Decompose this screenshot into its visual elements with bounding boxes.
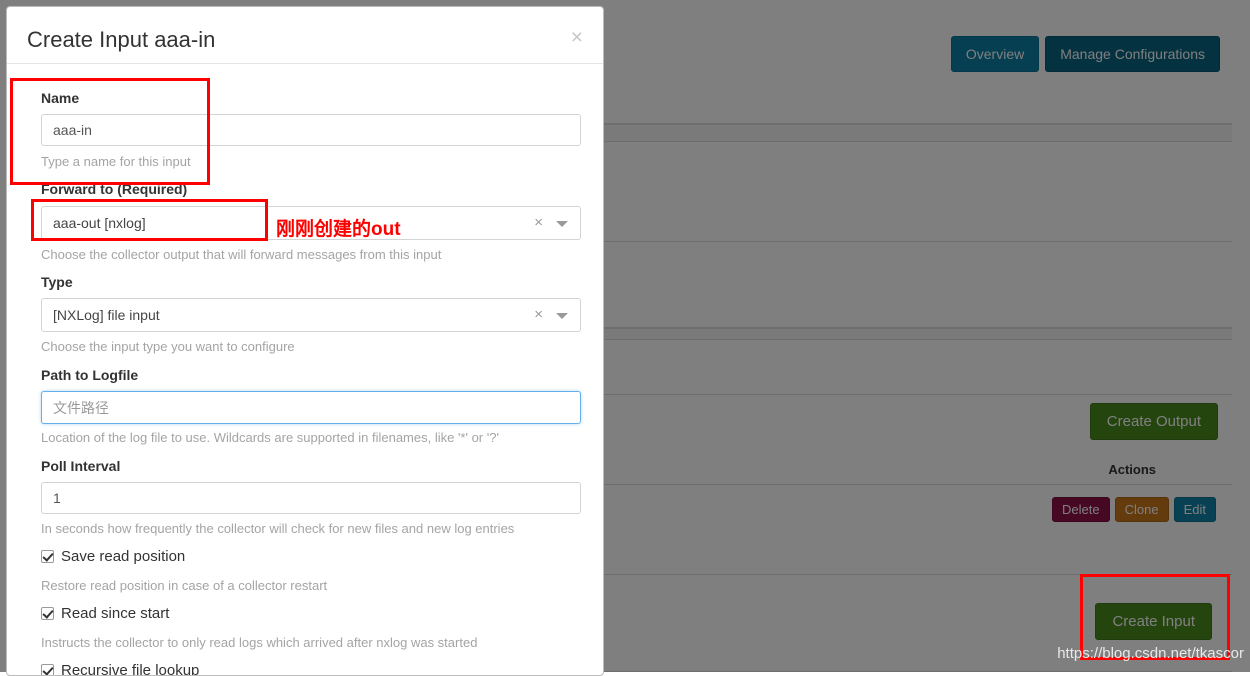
poll-interval-help: In seconds how frequently the collector … (41, 521, 515, 536)
type-field-help: Choose the input type you want to config… (41, 339, 295, 354)
chevron-down-icon[interactable] (556, 313, 568, 319)
save-read-position-help: Restore read position in case of a colle… (41, 578, 328, 593)
save-read-position-checkbox-row[interactable]: Save read position (41, 548, 185, 565)
recursive-file-lookup-label: Recursive file lookup (61, 662, 200, 676)
type-field-label: Type (41, 274, 73, 290)
poll-interval-input[interactable] (41, 482, 581, 514)
chevron-down-icon[interactable] (556, 221, 568, 227)
forward-to-field-label: Forward to (Required) (41, 181, 188, 197)
watermark-text: https://blog.csdn.net/tkascor (1057, 645, 1244, 662)
dialog-header: Create Input aaa-in × (7, 7, 603, 64)
name-field-label: Name (41, 90, 80, 106)
poll-interval-label: Poll Interval (41, 458, 121, 474)
save-read-position-label: Save read position (61, 548, 186, 565)
dialog-title: Create Input aaa-in (27, 27, 216, 52)
recursive-file-lookup-checkbox-row[interactable]: Recursive file lookup (41, 662, 200, 676)
checkbox-icon[interactable] (41, 607, 54, 620)
path-to-logfile-input[interactable] (41, 391, 581, 424)
forward-to-selected-value: aaa-out [nxlog] (53, 215, 146, 231)
forward-to-clear-icon[interactable]: × (534, 215, 543, 230)
read-since-start-help: Instructs the collector to only read log… (41, 635, 478, 650)
path-to-logfile-help: Location of the log file to use. Wildcar… (41, 430, 499, 445)
name-field-help: Type a name for this input (41, 154, 191, 169)
path-to-logfile-label: Path to Logfile (41, 367, 139, 383)
read-since-start-checkbox-row[interactable]: Read since start (41, 605, 169, 622)
type-selected-value: [NXLog] file input (53, 307, 160, 323)
checkbox-icon[interactable] (41, 550, 54, 563)
annotation-note-forward-to: 刚刚创建的out (276, 219, 401, 240)
type-clear-icon[interactable]: × (534, 307, 543, 322)
read-since-start-label: Read since start (61, 605, 170, 622)
close-icon[interactable]: × (565, 25, 589, 50)
checkbox-icon[interactable] (41, 664, 54, 675)
type-select[interactable]: [NXLog] file input × (41, 298, 581, 332)
forward-to-field-help: Choose the collector output that will fo… (41, 247, 442, 262)
name-input[interactable] (41, 114, 581, 146)
create-input-dialog: Create Input aaa-in × Name Type a name f… (6, 6, 604, 676)
